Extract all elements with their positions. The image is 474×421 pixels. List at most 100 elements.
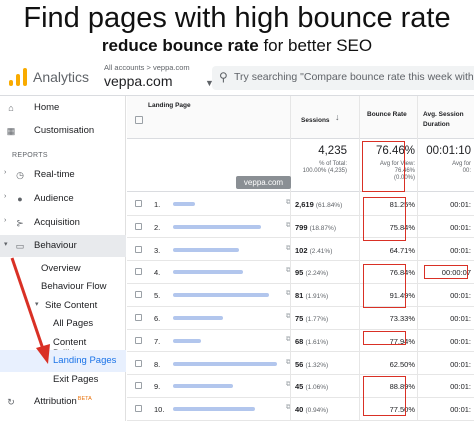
col-sessions[interactable]: Sessions (301, 116, 330, 125)
highlight-rows-1-2 (363, 197, 406, 241)
table-row[interactable]: 3. ⧉ 102 (2.41%) 64.71% 00:01: (127, 239, 474, 262)
row-sessions-pct: (2.24%) (305, 270, 329, 278)
row-sessions: 102 (2.41%) (295, 246, 347, 255)
chevron-down-icon: ▾ (35, 301, 39, 308)
row-sessions-pct: (1.06%) (305, 384, 329, 392)
blurred-page-path[interactable] (173, 316, 223, 320)
sort-down-icon[interactable]: ↓ (335, 113, 340, 122)
table-row[interactable]: 7. ⧉ 68 (1.61%) 77.94% 00:01: (127, 330, 474, 353)
row-duration: 00:01: (450, 291, 471, 301)
sidebar-item-label: Behaviour Flow (41, 281, 107, 292)
search-input[interactable]: ⚲ Try searching "Compare bounce rate thi… (212, 66, 474, 90)
sidebar-item-realtime[interactable]: › ◷ Real-time (0, 164, 126, 186)
behaviour-icon: ▭ (15, 241, 25, 251)
blurred-page-path[interactable] (173, 407, 255, 412)
row-sessions-value: 2,619 (295, 200, 314, 209)
search-placeholder: Try searching "Compare bounce rate this … (234, 71, 474, 83)
sidebar-item-customisation[interactable]: ▦ Customisation (0, 120, 126, 142)
analytics-logo-icon[interactable] (9, 68, 27, 86)
row-number: 7. (154, 336, 161, 346)
row-sessions-value: 75 (295, 314, 304, 323)
sidebar-item-acquisition[interactable]: › ⊱ Acquisition (0, 212, 126, 234)
blurred-page-path[interactable] (173, 247, 239, 252)
row-duration: 00:01: (450, 200, 471, 209)
report-table: Landing Page Sessions ↓ Bounce Rate Avg.… (127, 96, 474, 421)
top-bar: Analytics All accounts > veppa.com veppa… (0, 58, 474, 96)
grid-icon: ▦ (6, 126, 16, 136)
app-name: Analytics (33, 69, 90, 85)
row-checkbox[interactable] (135, 382, 142, 390)
chevron-right-icon: › (4, 169, 7, 176)
col-duration-line2: Duration (423, 121, 450, 128)
row-number: 5. (154, 291, 161, 301)
blurred-page-path[interactable] (173, 224, 261, 229)
total-duration-sub2: 00: (462, 168, 471, 174)
table-row[interactable]: 8. ⧉ 56 (1.32%) 62.50% 00:01: (127, 353, 474, 376)
blurred-page-path[interactable] (173, 384, 233, 389)
row-sessions: 56 (1.32%) (295, 360, 347, 369)
chevron-right-icon: › (4, 193, 7, 200)
row-duration: 00:01: (450, 382, 471, 392)
table-row[interactable]: 9. ⧉ 45 (1.06%) 88.89% 00:01: (127, 375, 474, 399)
sidebar-item-label: Audience (34, 193, 74, 204)
blurred-page-path[interactable] (173, 293, 269, 298)
total-sessions-sub1: % of Total: (319, 161, 347, 167)
watermark: veppa.com (236, 176, 291, 189)
table-row[interactable]: 1. ⧉ 2,619 (61.84%) 81.25% 00:01: (127, 193, 474, 216)
row-duration: 00:01: (450, 359, 471, 369)
col-bounce-rate[interactable]: Bounce Rate (367, 110, 407, 119)
total-sessions: 4,235 (318, 145, 347, 157)
row-checkbox[interactable] (135, 245, 142, 253)
table-row[interactable]: 10. ⧉ 40 (0.94%) 77.50% 00:01: (127, 398, 474, 421)
row-checkbox[interactable] (135, 291, 142, 299)
blurred-page-path[interactable] (173, 202, 195, 206)
row-sessions-pct: (2.41%) (309, 247, 333, 255)
table-row[interactable]: 6. ⧉ 75 (1.77%) 73.33% 00:01: (127, 307, 474, 330)
sidebar-item-home[interactable]: ⌂ Home (0, 97, 126, 119)
row-sessions-value: 40 (295, 405, 304, 415)
acquisition-icon: ⊱ (16, 218, 24, 228)
table-row[interactable]: 2. ⧉ 799 (18.87%) 75.84% 00:01: (127, 216, 474, 239)
blurred-page-path[interactable] (173, 338, 201, 343)
row-sessions: 75 (1.77%) (295, 314, 347, 323)
row-sessions: 81 (1.91%) (295, 291, 347, 300)
row-bounce-rate: 73.33% (389, 314, 415, 323)
sidebar-item-attribution[interactable]: ↻ AttributionBETA (0, 391, 126, 413)
col-landing-page[interactable]: Landing Page (148, 101, 191, 110)
row-checkbox[interactable] (135, 336, 142, 344)
sidebar-item-label: Overview (41, 263, 81, 274)
blurred-page-path[interactable] (173, 270, 243, 275)
banner-title: Find pages with high bounce rate (23, 2, 451, 34)
row-sessions-value: 45 (295, 382, 304, 392)
column-divider (359, 96, 360, 421)
row-bounce-rate: 62.50% (389, 359, 415, 369)
totals-row: 4,235 % of Total: 100.00% (4,235) 76.46%… (127, 139, 474, 192)
row-sessions-pct: (1.32%) (305, 361, 329, 369)
reports-heading: REPORTS (12, 152, 48, 159)
sidebar-item-audience[interactable]: › ● Audience (0, 188, 126, 210)
account-selector[interactable]: All accounts > veppa.com veppa.com ▼ (104, 63, 214, 89)
sidebar-item-label: Customisation (34, 125, 95, 136)
select-all-checkbox[interactable] (135, 116, 143, 124)
row-checkbox[interactable] (135, 222, 142, 230)
col-duration-line1[interactable]: Avg. Session (423, 110, 464, 119)
row-sessions-value: 81 (295, 291, 304, 301)
table-row[interactable]: 5. ⧉ 81 (1.91%) 91.49% 00:01: (127, 284, 474, 307)
row-checkbox[interactable] (135, 200, 142, 207)
row-checkbox[interactable] (135, 268, 142, 276)
row-sessions-pct: (1.61%) (305, 338, 329, 346)
account-breadcrumb: All accounts > veppa.com (104, 63, 190, 72)
row-duration: 00:01: (450, 245, 471, 255)
search-icon: ⚲ (219, 70, 228, 84)
table-row[interactable]: 4. ⧉ 95 (2.24%) 76.84% 00:00:07 (127, 261, 474, 285)
row-checkbox[interactable] (135, 405, 142, 413)
sidebar-item-exit-pages[interactable]: Exit Pages (0, 369, 126, 391)
row-number: 6. (154, 314, 161, 323)
sidebar-item-behaviour[interactable]: ▾ ▭ Behaviour (0, 235, 126, 257)
blurred-page-path[interactable] (173, 361, 277, 366)
sidebar: ⌂ Home ▦ Customisation REPORTS › ◷ Real-… (0, 96, 126, 421)
highlight-duration-row-4 (424, 265, 468, 279)
row-checkbox[interactable] (135, 314, 142, 321)
sidebar-item-label: Behaviour (34, 240, 77, 251)
row-checkbox[interactable] (135, 359, 142, 367)
